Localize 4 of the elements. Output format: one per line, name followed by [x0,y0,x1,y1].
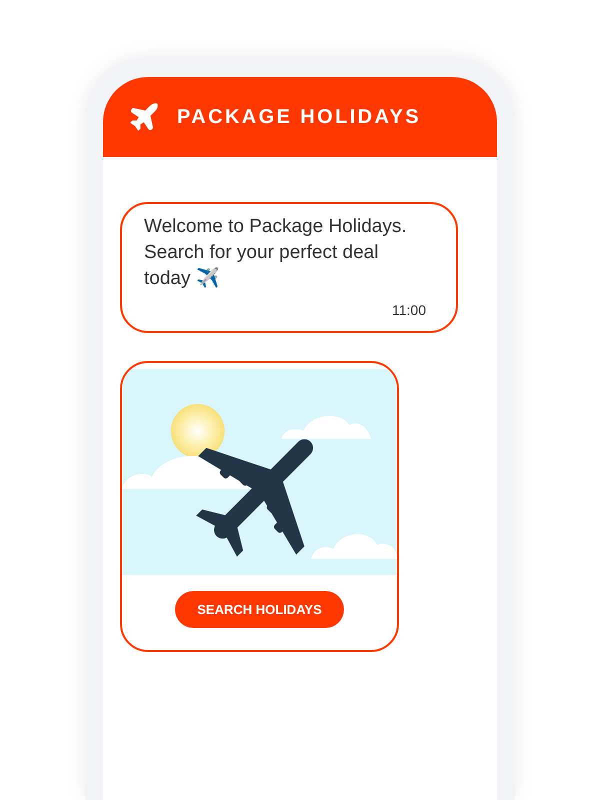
message-time: 11:00 [392,301,426,320]
search-holidays-button[interactable]: SEARCH HOLIDAYS [175,591,344,628]
header-title: PACKAGE HOLIDAYS [177,105,421,130]
message-text: Welcome to Package Holidays. Search for your perfect deal today ✈ [144,215,408,291]
